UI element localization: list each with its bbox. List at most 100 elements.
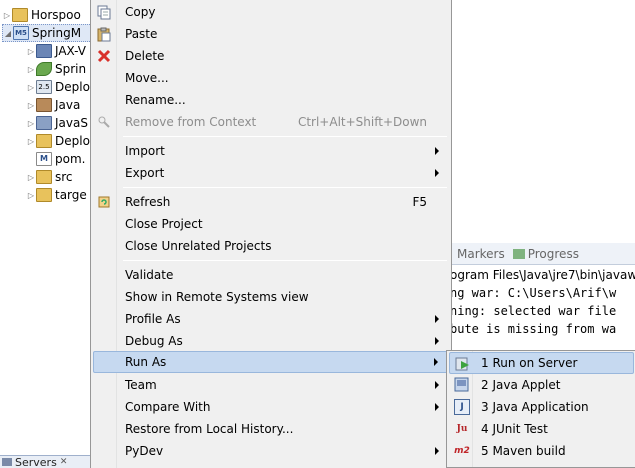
collapsed-arrow-icon[interactable]: ▷ — [26, 83, 36, 92]
menu-item-shortcut: F5 — [412, 195, 427, 209]
submenu-item-run-on-server[interactable]: 1 Run on Server — [449, 352, 634, 374]
tree-item-java-resources[interactable]: ▷ Java — [26, 96, 80, 114]
menu-item-label: Remove from Context — [125, 115, 257, 129]
console-line: bute is missing from wa — [450, 322, 617, 336]
submenu-arrow-icon — [435, 315, 439, 323]
tab-progress-label: Progress — [527, 246, 579, 261]
servers-icon — [2, 458, 12, 466]
servers-view-tab[interactable]: Servers ✕ — [0, 455, 92, 468]
tree-item-spring[interactable]: ▷ Sprin — [26, 60, 86, 78]
submenu-item-label: 2 Java Applet — [481, 378, 561, 392]
run-as-submenu: 1 Run on Server 2 Java Applet J 3 Java A… — [446, 350, 635, 468]
src-folder-icon — [36, 170, 52, 184]
tree-item-horspool[interactable]: ▷ Horspoo — [2, 6, 81, 24]
menu-item-label: Profile As — [125, 312, 181, 326]
copy-icon — [96, 4, 112, 20]
menu-item-label: Close Project — [125, 217, 203, 231]
submenu-item-junit-test[interactable]: Ju 4 JUnit Test — [449, 418, 634, 440]
project-icon: M5 — [13, 26, 29, 40]
java-application-icon: J — [454, 399, 470, 415]
menu-item-remove-from-context[interactable]: Remove from Context Ctrl+Alt+Shift+Down — [93, 111, 449, 133]
menu-item-restore-local-history[interactable]: Restore from Local History... — [93, 418, 449, 440]
tree-item-deployed-resources[interactable]: ▷ Deplo — [26, 132, 90, 150]
menu-item-label: Run As — [125, 355, 167, 369]
menu-item-show-remote-systems[interactable]: Show in Remote Systems view — [93, 286, 449, 308]
expanded-arrow-icon[interactable]: ◢ — [3, 29, 13, 38]
submenu-item-maven-build[interactable]: m2 5 Maven build — [449, 440, 634, 462]
collapsed-arrow-icon[interactable]: ▷ — [26, 137, 36, 146]
collapsed-arrow-icon[interactable]: ▷ — [26, 101, 36, 110]
collapsed-arrow-icon[interactable]: ▷ — [26, 173, 36, 182]
menu-item-label: Move... — [125, 71, 169, 85]
submenu-arrow-icon — [435, 447, 439, 455]
submenu-item-label: 1 Run on Server — [481, 356, 578, 370]
tree-item-pom[interactable]: M pom. — [26, 150, 85, 168]
menu-item-debug-as[interactable]: Debug As — [93, 330, 449, 352]
tab-markers-label: Markers — [457, 246, 505, 261]
menu-item-close-project[interactable]: Close Project — [93, 213, 449, 235]
collapsed-arrow-icon[interactable]: ▷ — [26, 47, 36, 56]
deployment-descriptor-icon: 2.5 — [36, 80, 52, 94]
tree-item-javascript-resources[interactable]: ▷ JavaS — [26, 114, 88, 132]
tree-item-jaxws[interactable]: ▷ JAX-V — [26, 42, 86, 60]
menu-item-export[interactable]: Export — [93, 162, 449, 184]
submenu-item-java-application[interactable]: J 3 Java Application — [449, 396, 634, 418]
menu-item-label: Copy — [125, 5, 156, 19]
submenu-item-label: 3 Java Application — [481, 400, 589, 414]
tree-item-label: targe — [55, 188, 87, 202]
menu-item-profile-as[interactable]: Profile As — [93, 308, 449, 330]
menu-item-validate[interactable]: Validate — [93, 264, 449, 286]
menu-item-label: Refresh — [125, 195, 171, 209]
deployed-resources-icon — [36, 134, 52, 148]
menu-item-label: Paste — [125, 27, 158, 41]
submenu-arrow-icon — [435, 169, 439, 177]
close-icon[interactable]: ✕ — [60, 457, 68, 467]
tree-item-springmvc[interactable]: ◢ M5 SpringM — [2, 24, 92, 42]
submenu-item-label: 5 Maven build — [481, 444, 566, 458]
menu-item-team[interactable]: Team — [93, 374, 449, 396]
menu-item-import[interactable]: Import — [93, 140, 449, 162]
progress-icon — [512, 249, 525, 259]
submenu-item-java-applet[interactable]: 2 Java Applet — [449, 374, 634, 396]
tab-progress[interactable]: Progress — [512, 246, 579, 261]
tree-item-src[interactable]: ▷ src — [26, 168, 73, 186]
menu-item-label: Restore from Local History... — [125, 422, 294, 436]
collapsed-arrow-icon[interactable]: ▷ — [26, 119, 36, 128]
menu-item-refresh[interactable]: Refresh F5 — [93, 191, 449, 213]
collapsed-arrow-icon[interactable]: ▷ — [26, 65, 36, 74]
javascript-resources-icon — [36, 116, 52, 130]
tree-item-label: Deplo — [55, 134, 90, 148]
spring-leaf-icon — [36, 62, 52, 76]
submenu-arrow-icon — [434, 358, 438, 366]
collapsed-arrow-icon[interactable]: ▷ — [26, 191, 36, 200]
menu-item-pydev[interactable]: PyDev — [93, 440, 449, 462]
menu-item-copy[interactable]: Copy — [93, 1, 449, 23]
menu-item-paste[interactable]: Paste — [93, 23, 449, 45]
junit-icon: Ju — [456, 424, 468, 434]
tree-item-deployment-descriptor[interactable]: ▷ 2.5 Deplo — [26, 78, 90, 96]
target-folder-icon — [36, 188, 52, 202]
servers-tab-label: Servers — [15, 455, 57, 468]
menu-separator — [123, 136, 447, 137]
menu-item-delete[interactable]: Delete — [93, 45, 449, 67]
menu-item-label: Validate — [125, 268, 174, 282]
menu-item-rename[interactable]: Rename... — [93, 89, 449, 111]
tab-markers[interactable]: Markers — [454, 247, 505, 261]
delete-icon — [96, 48, 112, 64]
menu-separator — [123, 187, 447, 188]
menu-item-label: Export — [125, 166, 165, 180]
menu-item-run-as[interactable]: Run As — [93, 351, 449, 373]
menu-item-label: PyDev — [125, 444, 164, 458]
collapsed-arrow-icon[interactable]: ▷ — [2, 11, 12, 20]
console-line: ogram Files\Java\jre7\bin\javaw.exe — [450, 268, 635, 282]
menu-item-close-unrelated-projects[interactable]: Close Unrelated Projects — [93, 235, 449, 257]
menu-item-compare-with[interactable]: Compare With — [93, 396, 449, 418]
maven-icon: m2 — [454, 446, 470, 456]
tree-item-label: Horspoo — [31, 8, 81, 22]
console-output: ogram Files\Java\jre7\bin\javaw.exe ng w… — [450, 266, 635, 346]
context-menu: Copy Paste Delete Move... Rename... Remo… — [90, 0, 452, 468]
maven-pom-icon: M — [36, 152, 52, 166]
menu-item-move[interactable]: Move... — [93, 67, 449, 89]
menu-item-label: Debug As — [125, 334, 183, 348]
tree-item-target[interactable]: ▷ targe — [26, 186, 87, 204]
